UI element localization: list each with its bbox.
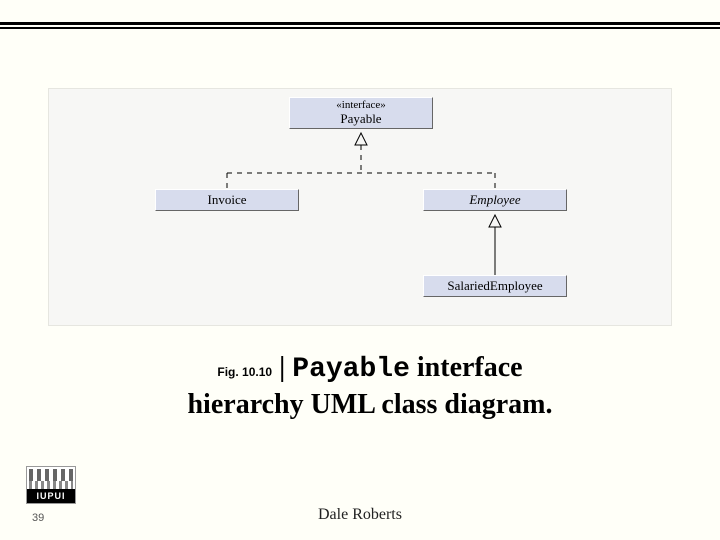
class-name: Employee [424, 193, 566, 208]
uml-class-employee: Employee [423, 189, 567, 211]
uml-class-salariedemployee: SalariedEmployee [423, 275, 567, 297]
class-name: Invoice [156, 193, 298, 208]
logo-text: IUPUI [27, 489, 75, 503]
figure-caption: Fig. 10.10 | Payable interface hierarchy… [60, 350, 680, 422]
caption-rest1: interface [410, 352, 523, 383]
iupui-logo: IUPUI [26, 466, 76, 504]
uml-class-invoice: Invoice [155, 189, 299, 211]
stereotype-label: «interface» [290, 99, 432, 112]
caption-classname: Payable [292, 354, 410, 385]
slide-footer: IUPUI 39 Dale Roberts [0, 482, 720, 530]
uml-diagram-panel: «interface» Payable Invoice Employee Sal… [48, 88, 672, 326]
author-name: Dale Roberts [0, 506, 720, 524]
class-name: SalariedEmployee [424, 279, 566, 294]
class-name: Payable [290, 112, 432, 127]
caption-separator: | [272, 352, 292, 383]
uml-interface-payable: «interface» Payable [289, 97, 433, 129]
caption-line2: hierarchy UML class diagram. [60, 387, 680, 422]
header-rule [0, 22, 720, 28]
figure-number: Fig. 10.10 [217, 365, 272, 379]
